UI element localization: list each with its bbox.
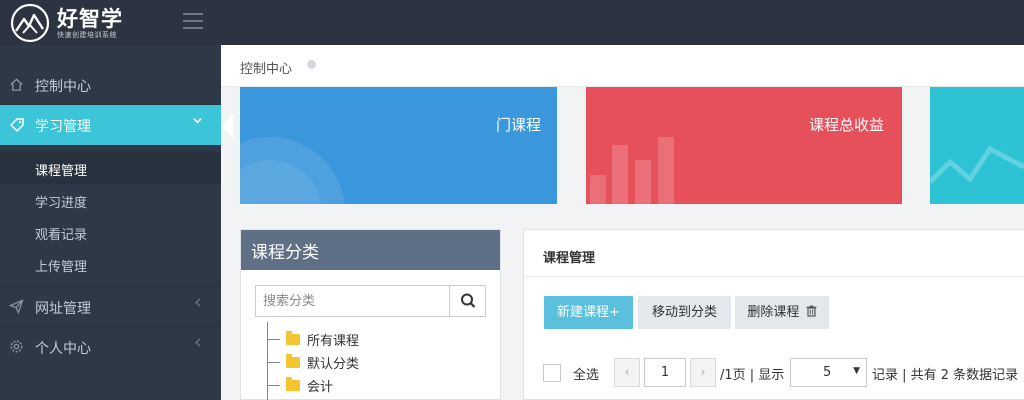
chart-decoration-icon — [240, 137, 345, 204]
pagination-bar: 全选 ‹ 1 › /1页 | 显示 5 ▼ 记录 | 共有 2 条数据记录 — [524, 357, 1024, 389]
move-to-category-button[interactable]: 移动到分类 — [638, 296, 731, 329]
status-dot-icon — [307, 60, 316, 69]
search-icon[interactable] — [449, 286, 486, 316]
folder-icon — [286, 354, 300, 368]
panel-title: 课程管理 — [543, 251, 596, 266]
sidebar-subitem-label: 观看记录 — [35, 228, 88, 243]
folder-icon — [286, 377, 300, 391]
tree-item-label: 默认分类 — [307, 357, 360, 372]
sidebar-item-label: 个人中心 — [35, 341, 91, 357]
stat-card-title: 门课程 — [496, 116, 542, 134]
stat-card-courses[interactable]: 门课程 — [240, 87, 557, 204]
category-panel: 课程分类 所有课程 默认分类 会计 — [240, 229, 501, 400]
breadcrumb: 控制中心 — [221, 45, 1024, 87]
page-size-value: 5 — [823, 365, 832, 380]
sidebar-subitem-upload-management[interactable]: 上传管理 — [0, 248, 221, 280]
sidebar-item-label: 控制中心 — [35, 79, 91, 95]
chevron-left-icon — [193, 297, 203, 312]
gear-icon — [9, 339, 25, 355]
page-size-select[interactable]: 5 ▼ — [790, 358, 867, 387]
page-info-text: /1页 | 显示 — [720, 368, 785, 383]
breadcrumb-item[interactable]: 控制中心 — [240, 58, 292, 77]
sidebar-item-dashboard[interactable]: 控制中心 — [0, 65, 221, 105]
brand-name: 好智学 — [57, 7, 123, 31]
new-course-button[interactable]: 新建课程+ — [544, 296, 633, 329]
prev-page-button[interactable]: ‹ — [614, 358, 640, 387]
trash-icon — [806, 305, 817, 317]
brand-subtitle: 快速创建培训系统 — [57, 31, 117, 39]
sidebar-subitem-learning-progress[interactable]: 学习进度 — [0, 184, 221, 216]
chart-decoration-icon — [930, 145, 1024, 184]
sidebar-item-label: 网址管理 — [35, 301, 91, 317]
record-count-text: 记录 | 共有 2 条数据记录 — [872, 368, 1019, 383]
sidebar-subitem-label: 学习进度 — [35, 196, 88, 211]
sidebar-item-learning[interactable]: 学习管理 — [0, 105, 221, 145]
stat-card-title: 课程总收益 — [809, 116, 885, 134]
category-search — [255, 285, 486, 317]
delete-course-label: 删除课程 — [747, 305, 800, 320]
sidebar-subitem-watch-records[interactable]: 观看记录 — [0, 216, 221, 248]
category-search-input[interactable] — [256, 286, 447, 316]
folder-icon — [286, 331, 300, 345]
sidebar-subitem-label: 课程管理 — [35, 164, 88, 179]
active-indicator — [221, 114, 233, 138]
tag-icon — [9, 117, 25, 133]
menu-toggle-icon[interactable] — [183, 13, 203, 29]
course-management-panel: 课程管理 新建课程+ 移动到分类 删除课程 全选 ‹ 1 › /1页 | 显示 … — [523, 229, 1024, 400]
select-all-checkbox[interactable] — [543, 364, 561, 382]
delete-course-button[interactable]: 删除课程 — [735, 296, 829, 329]
next-page-button[interactable]: › — [690, 358, 716, 387]
tree-item-label: 所有课程 — [307, 334, 360, 349]
send-icon — [8, 299, 25, 315]
sidebar-item-label: 学习管理 — [35, 119, 91, 135]
sidebar-item-personal-center[interactable]: 个人中心 — [0, 327, 221, 367]
chevron-left-icon — [193, 337, 203, 352]
tree-item[interactable]: 会计 — [267, 375, 467, 395]
sidebar-subitem-label: 上传管理 — [35, 260, 88, 275]
category-panel-title: 课程分类 — [241, 230, 500, 270]
divider — [524, 276, 1024, 277]
caret-down-icon: ▼ — [853, 366, 860, 376]
stat-card-extra[interactable] — [930, 87, 1024, 204]
tree-item[interactable]: 所有课程 — [267, 329, 467, 349]
brand-logo[interactable] — [10, 3, 50, 43]
tree-item[interactable]: 默认分类 — [267, 352, 467, 372]
tree-item-label: 会计 — [307, 380, 334, 395]
sidebar-item-url-management[interactable]: 网址管理 — [0, 287, 221, 327]
stat-card-revenue[interactable]: 课程总收益 — [586, 87, 902, 204]
bar-chart-icon — [590, 137, 674, 204]
page-number-input[interactable]: 1 — [644, 358, 686, 387]
sidebar-subitem-course-management[interactable]: 课程管理 — [0, 152, 221, 184]
select-all-label: 全选 — [573, 368, 600, 383]
chevron-down-icon — [192, 115, 203, 130]
top-bar: 好智学 快速创建培训系统 — [0, 0, 1024, 45]
home-icon — [9, 77, 25, 93]
